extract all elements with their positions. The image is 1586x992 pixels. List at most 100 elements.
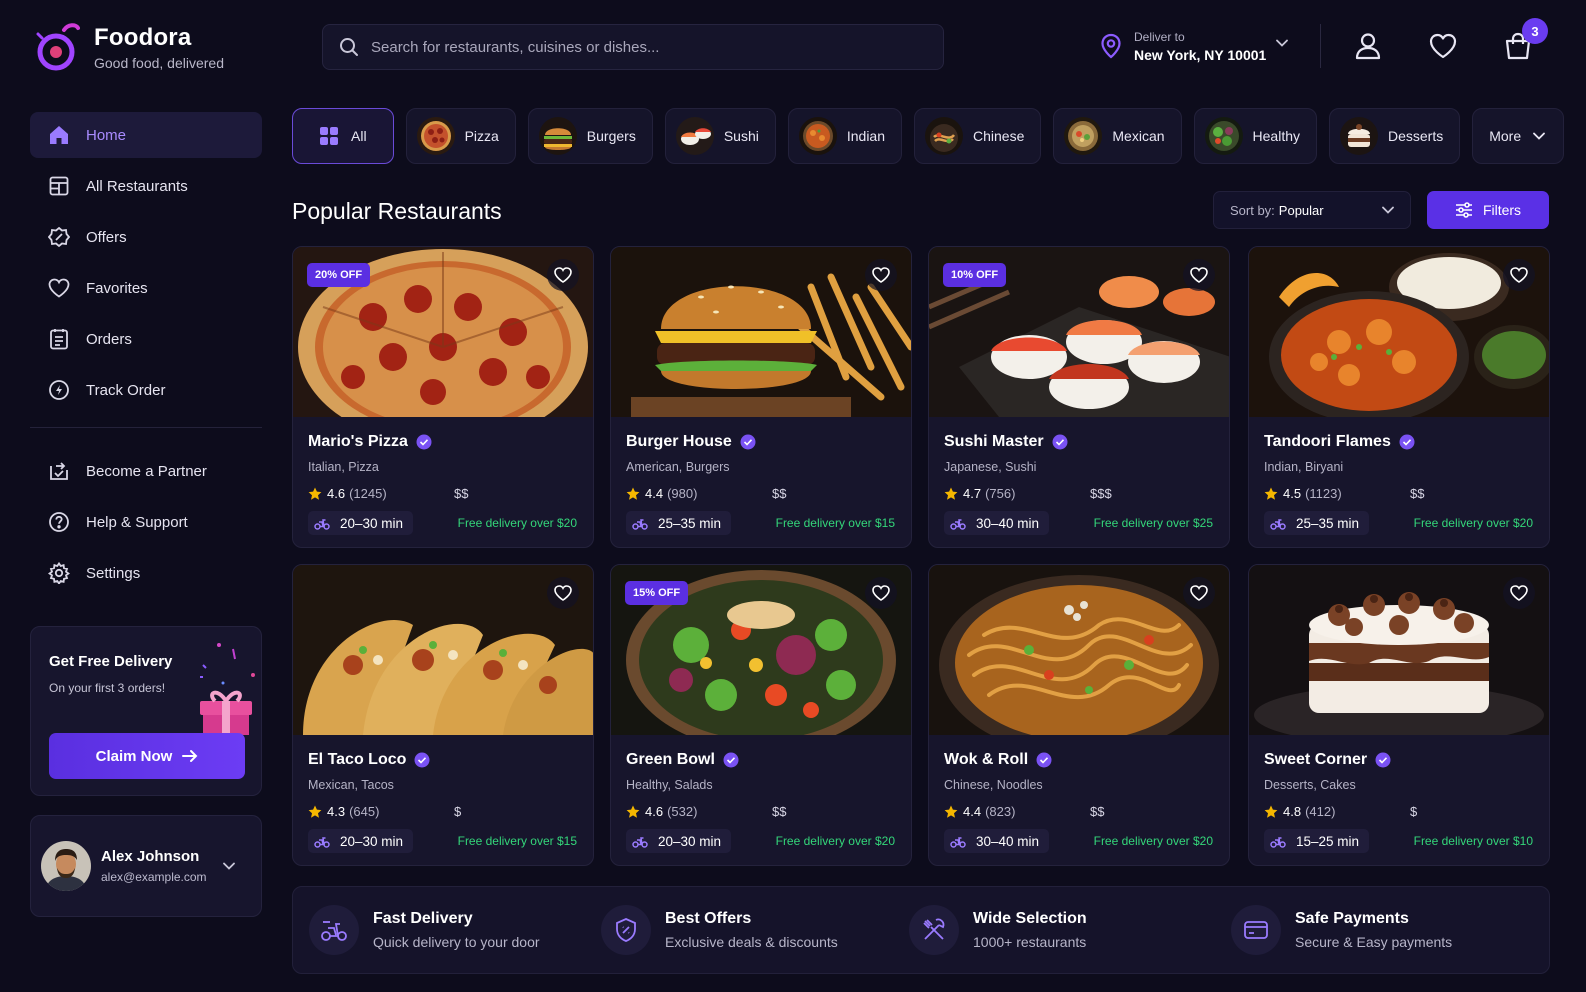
search-bar[interactable]: [322, 24, 944, 70]
verified-badge-icon: [1399, 434, 1415, 450]
filters-button[interactable]: Filters: [1427, 191, 1549, 229]
user-profile-card[interactable]: Alex Johnson alex@example.com: [30, 815, 262, 917]
sidebar-item-help-support[interactable]: Help & Support: [30, 499, 262, 545]
category-healthy[interactable]: Healthy: [1193, 108, 1317, 164]
claim-now-button[interactable]: Claim Now: [49, 733, 245, 779]
category-label: Pizza: [464, 128, 499, 144]
features-bar: Fast Delivery Quick delivery to your doo…: [292, 886, 1550, 974]
favorite-button[interactable]: [547, 577, 579, 609]
star-icon: [1264, 805, 1278, 818]
restaurant-cuisine: Japanese, Sushi: [944, 460, 1037, 474]
cart-count-badge: 3: [1522, 18, 1548, 44]
scooter-icon: [309, 905, 359, 955]
restaurant-card-burger-house[interactable]: Burger House American, Burgers 4.4 (980)…: [610, 246, 912, 548]
restaurant-name: Sweet Corner: [1264, 751, 1368, 768]
chevron-down-icon[interactable]: [222, 862, 235, 870]
star-icon: [626, 805, 640, 818]
favorite-button[interactable]: [1503, 259, 1535, 291]
category-sushi[interactable]: Sushi: [664, 108, 776, 164]
restaurant-card-marios-pizza[interactable]: 20% OFF Mario's Pizza Italian, Pizza 4.6…: [292, 246, 594, 548]
favorite-button[interactable]: [1183, 577, 1215, 609]
sidebar-item-track-order[interactable]: Track Order: [30, 367, 262, 413]
restaurant-image: [1249, 247, 1549, 417]
restaurant-rating: 4.4: [963, 804, 982, 819]
verified-badge-icon: [416, 434, 432, 450]
feature-subtitle: 1000+ restaurants: [973, 934, 1087, 950]
restaurant-image: [611, 247, 911, 417]
restaurant-cuisine: Mexican, Tacos: [308, 778, 394, 792]
heart-icon: [1429, 33, 1457, 59]
category-chinese[interactable]: Chinese: [914, 108, 1042, 164]
favorite-button[interactable]: [1503, 577, 1535, 609]
heart-icon: [872, 267, 890, 283]
brand-logo[interactable]: Foodora Good food, delivered: [34, 22, 224, 72]
account-button[interactable]: [1352, 30, 1384, 62]
restaurant-name: Sushi Master: [944, 433, 1044, 450]
restaurant-card-tandoori-flames[interactable]: Tandoori Flames Indian, Biryani 4.5 (112…: [1248, 246, 1550, 548]
category-indian[interactable]: Indian: [787, 108, 903, 164]
category-desserts[interactable]: Desserts: [1329, 108, 1461, 164]
sidebar-item-orders[interactable]: Orders: [30, 316, 262, 362]
search-input[interactable]: [371, 38, 891, 56]
sort-value: Popular: [1278, 202, 1324, 218]
feature-subtitle: Quick delivery to your door: [373, 934, 540, 950]
restaurant-image: [293, 565, 593, 735]
restaurant-card-sushi-master[interactable]: 10% OFF Sushi Master Japanese, Sushi 4.7…: [928, 246, 1230, 548]
favorite-button[interactable]: [865, 259, 897, 291]
free-delivery-promo: Get Free Delivery On your first 3 orders…: [30, 626, 262, 796]
verified-badge-icon: [1036, 752, 1052, 768]
restaurant-rating: 4.6: [327, 486, 346, 501]
star-icon: [1264, 487, 1278, 500]
restaurant-card-green-bowl[interactable]: 15% OFF Green Bowl Healthy, Salads 4.6 (…: [610, 564, 912, 866]
category-pizza[interactable]: Pizza: [405, 108, 516, 164]
location-selector[interactable]: Deliver to New York, NY 10001: [1090, 22, 1298, 70]
sidebar-item-settings[interactable]: Settings: [30, 550, 262, 596]
restaurant-card-sweet-corner[interactable]: Sweet Corner Desserts, Cakes 4.8 (412) $…: [1248, 564, 1550, 866]
restaurant-card-wok-and-roll[interactable]: Wok & Roll Chinese, Noodles 4.4 (823) $$…: [928, 564, 1230, 866]
claim-now-label: Claim Now: [95, 747, 173, 765]
feature-subtitle: Exclusive deals & discounts: [665, 934, 838, 950]
favorite-button[interactable]: [1183, 259, 1215, 291]
scooter-icon: [632, 837, 648, 848]
favorite-button[interactable]: [865, 577, 897, 609]
indian-thumbnail: [798, 117, 837, 155]
delivery-time: 25–35 min: [658, 515, 722, 531]
scooter-icon: [950, 837, 966, 848]
heart-icon: [1190, 585, 1208, 601]
restaurant-price-level: $$: [454, 486, 469, 501]
category-more[interactable]: More: [1472, 108, 1565, 164]
free-delivery-note: Free delivery over $25: [1093, 516, 1213, 530]
star-icon: [626, 487, 640, 500]
sidebar-item-all-restaurants[interactable]: All Restaurants: [30, 163, 262, 209]
feature-fast-delivery: Fast Delivery Quick delivery to your doo…: [309, 905, 540, 955]
restaurant-image: 10% OFF: [929, 247, 1229, 417]
user-icon: [1355, 33, 1381, 60]
wishlist-button[interactable]: [1427, 30, 1459, 62]
restaurant-name: Green Bowl: [626, 751, 715, 768]
category-burgers[interactable]: Burgers: [527, 108, 653, 164]
section-title: Popular Restaurants: [292, 198, 502, 224]
restaurant-image: [929, 565, 1229, 735]
sidebar-item-home[interactable]: Home: [30, 112, 262, 158]
category-label: Burgers: [586, 128, 636, 144]
verified-badge-icon: [740, 434, 756, 450]
restaurant-card-el-taco-loco[interactable]: El Taco Loco Mexican, Tacos 4.3 (645) $ …: [292, 564, 594, 866]
sidebar-item-offers[interactable]: Offers: [30, 214, 262, 260]
sidebar-item-become-partner[interactable]: Become a Partner: [30, 448, 262, 494]
restaurant-cuisine: Desserts, Cakes: [1264, 778, 1356, 792]
utensils-icon: [909, 905, 959, 955]
category-all[interactable]: All: [292, 108, 394, 164]
location-label: Deliver to: [1134, 29, 1185, 44]
favorite-button[interactable]: [547, 259, 579, 291]
heart-icon: [1510, 585, 1528, 601]
sort-dropdown[interactable]: Sort by: Popular: [1213, 191, 1411, 229]
user-email: alex@example.com: [101, 870, 207, 884]
free-delivery-note: Free delivery over $20: [457, 516, 577, 530]
sidebar-item-favorites[interactable]: Favorites: [30, 265, 262, 311]
restaurant-review-count: (823): [985, 804, 1016, 819]
user-name: Alex Johnson: [101, 848, 200, 865]
heart-icon: [554, 267, 572, 283]
restaurant-cuisine: Chinese, Noodles: [944, 778, 1043, 792]
category-chips: All Pizza Burgers Sushi Indian Chinese M…: [292, 108, 1576, 164]
category-mexican[interactable]: Mexican: [1053, 108, 1182, 164]
